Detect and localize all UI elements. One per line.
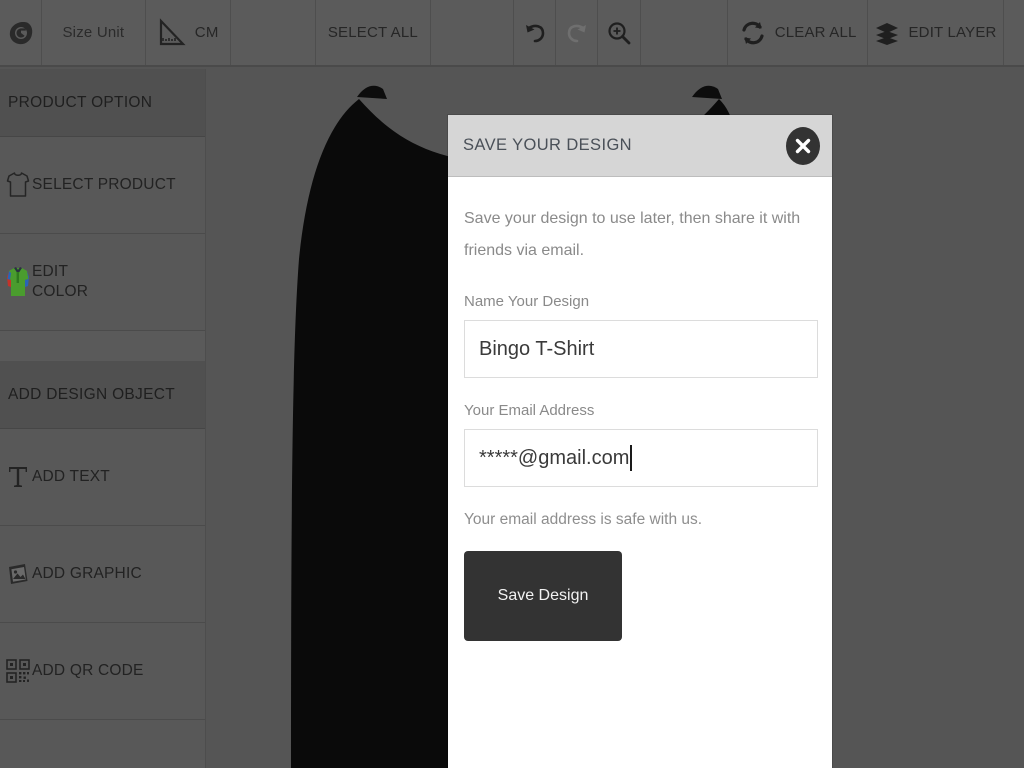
top-toolbar: Size Unit CM SELECT ALL: [0, 0, 1024, 67]
save-design-modal: SAVE YOUR DESIGN Save your design to use…: [448, 115, 832, 768]
sidebar-section-title: PRODUCT OPTION: [8, 94, 152, 112]
sidebar-item-edit-color[interactable]: EDITCOLOR: [0, 234, 205, 331]
sidebar-item-label: ADD TEXT: [32, 467, 110, 487]
modal-body: Save your design to use later, then shar…: [448, 177, 832, 641]
edit-layer-label: EDIT LAYER: [908, 24, 996, 41]
color-shirt-icon: [5, 265, 31, 299]
privacy-note: Your email address is safe with us.: [464, 511, 816, 529]
design-name-input[interactable]: Bingo T-Shirt: [464, 320, 818, 378]
sidebar-item-label: SELECT PRODUCT: [32, 175, 176, 195]
sidebar-item-next-partial[interactable]: [0, 720, 205, 760]
sidebar-section-add-design-object: ADD DESIGN OBJECT: [0, 361, 205, 429]
unit-cm-button[interactable]: CM: [146, 0, 231, 65]
edit-layer-button[interactable]: EDIT LAYER: [868, 0, 1004, 65]
refresh-icon: [739, 19, 767, 47]
save-design-button[interactable]: Save Design: [464, 551, 622, 641]
sidebar-item-label: ADD GRAPHIC: [32, 564, 142, 584]
select-all-button[interactable]: SELECT ALL: [316, 0, 431, 65]
unit-value-text: CM: [195, 24, 219, 41]
toolbar-gap-2: [431, 0, 514, 65]
undo-button[interactable]: [514, 0, 556, 65]
app-logo-icon: [8, 19, 34, 47]
qr-code-icon: [5, 659, 31, 683]
sidebar-item-add-graphic[interactable]: ADD GRAPHIC: [0, 526, 205, 623]
left-sidebar: PRODUCT OPTION SELECT PRODUCT: [0, 69, 206, 768]
sidebar-section-product-option: PRODUCT OPTION: [0, 69, 205, 137]
size-unit-label: Size Unit: [42, 0, 145, 65]
app-root: Size Unit CM SELECT ALL: [0, 0, 1024, 768]
text-caret: [630, 445, 632, 471]
toolbar-gap-4: [1004, 0, 1024, 65]
modal-description: Save your design to use later, then shar…: [464, 203, 816, 267]
email-field-label: Your Email Address: [464, 402, 816, 419]
sidebar-item-label: EDITCOLOR: [32, 262, 88, 302]
sidebar-section-title: ADD DESIGN OBJECT: [8, 386, 175, 404]
size-unit-text: Size Unit: [62, 24, 124, 41]
zoom-in-button[interactable]: [598, 0, 641, 65]
sidebar-item-add-text[interactable]: ADD TEXT: [0, 429, 205, 526]
clear-all-label: CLEAR ALL: [775, 24, 857, 41]
email-input[interactable]: *****@gmail.com: [464, 429, 818, 487]
toolbar-gap-3: [641, 0, 728, 65]
undo-icon: [522, 20, 548, 46]
toolbar-gap-1: [231, 0, 316, 65]
redo-icon: [564, 20, 590, 46]
text-t-icon: [5, 464, 31, 490]
select-all-label: SELECT ALL: [328, 24, 418, 41]
app-logo-button[interactable]: [0, 0, 42, 65]
sidebar-item-select-product[interactable]: SELECT PRODUCT: [0, 137, 205, 234]
design-name-value: Bingo T-Shirt: [479, 338, 594, 361]
modal-header: SAVE YOUR DESIGN: [448, 115, 832, 177]
image-icon: [5, 561, 31, 587]
redo-button[interactable]: [556, 0, 598, 65]
sidebar-item-add-qr-code[interactable]: ADD QR CODE: [0, 623, 205, 720]
ruler-icon: [157, 18, 187, 48]
layers-icon: [874, 20, 900, 46]
tshirt-outline-icon: [5, 171, 31, 199]
sidebar-spacer: [0, 331, 205, 361]
clear-all-button[interactable]: CLEAR ALL: [728, 0, 868, 65]
close-button[interactable]: [786, 127, 820, 165]
close-icon: [794, 137, 812, 155]
name-field-label: Name Your Design: [464, 293, 816, 310]
zoom-in-icon: [606, 20, 632, 46]
modal-title: SAVE YOUR DESIGN: [463, 136, 632, 155]
sidebar-item-label: ADD QR CODE: [32, 661, 144, 681]
email-value: *****@gmail.com: [479, 447, 629, 470]
